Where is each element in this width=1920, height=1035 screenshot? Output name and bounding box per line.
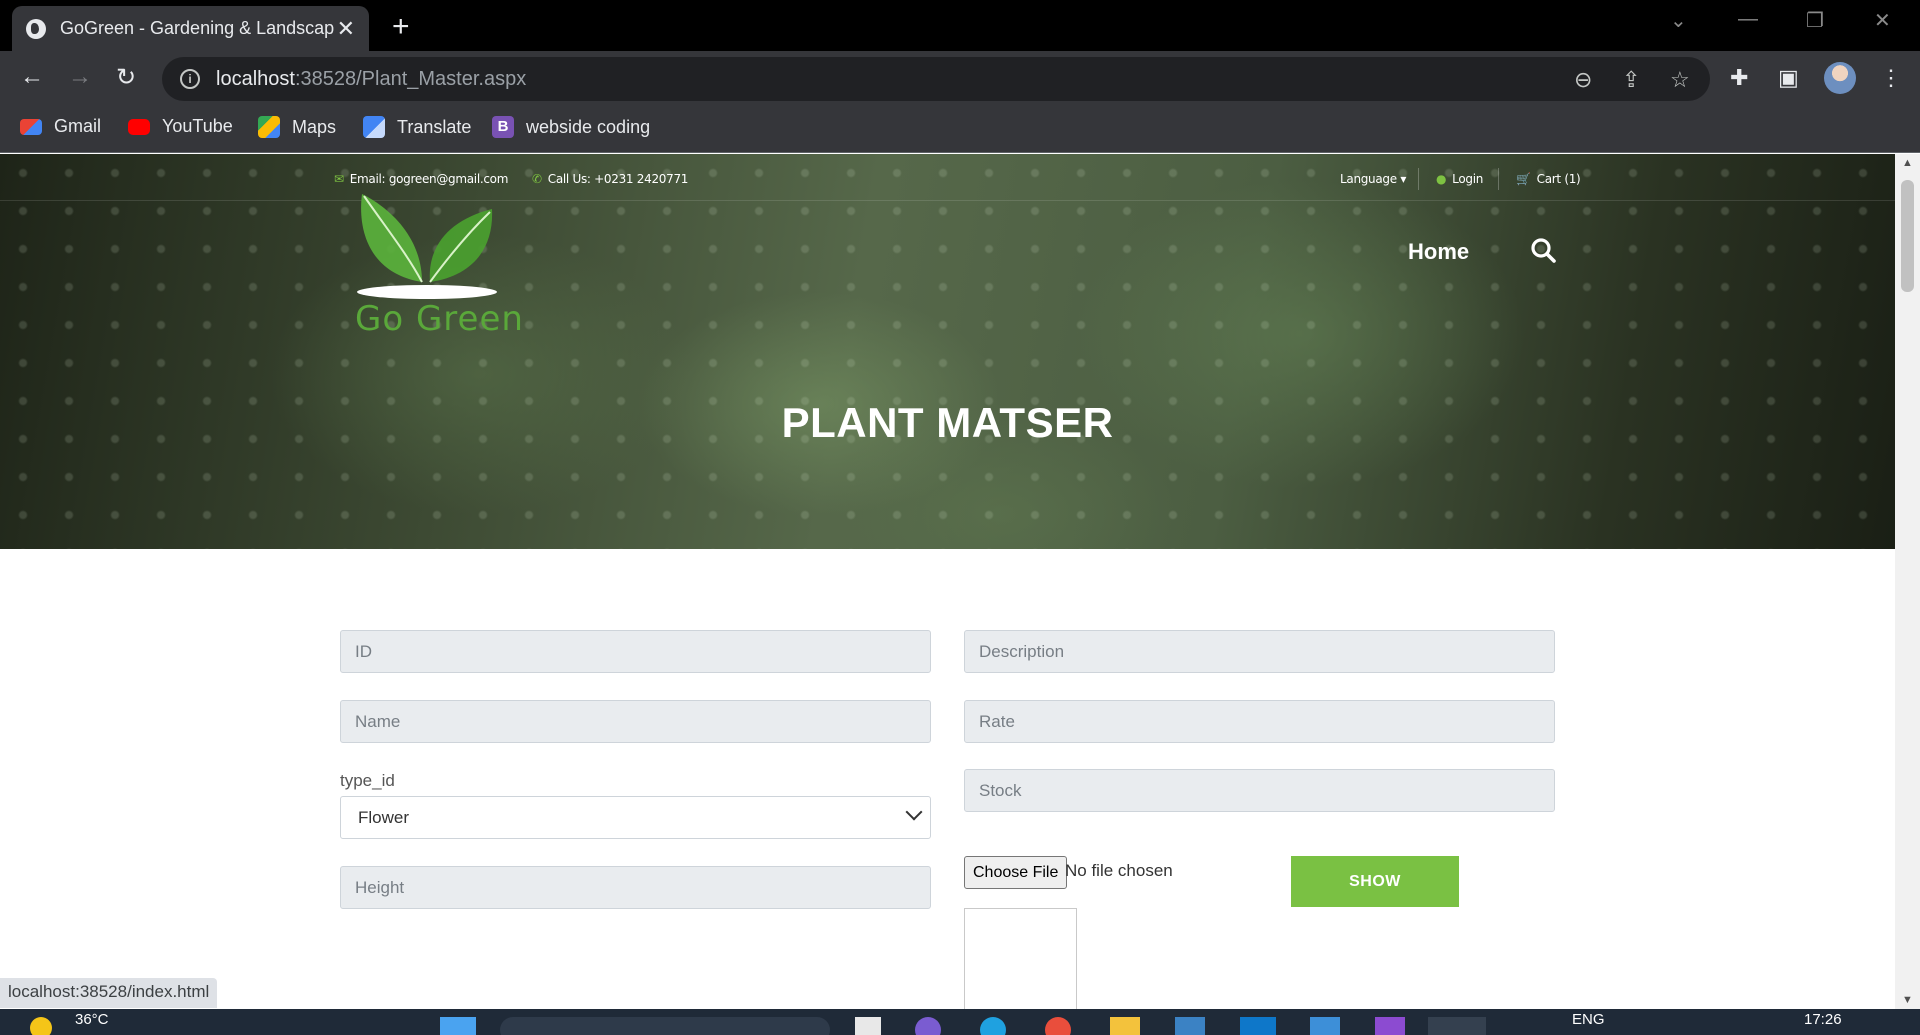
name-field[interactable]: Name xyxy=(340,700,931,743)
file-status-text: No file chosen xyxy=(1065,861,1173,880)
app-icon[interactable] xyxy=(980,1017,1006,1035)
type-id-label: type_id xyxy=(340,771,395,790)
menu-icon[interactable]: ⋮ xyxy=(1880,65,1902,91)
cart-link[interactable]: 🛒 Cart (1) xyxy=(1516,172,1581,186)
show-button[interactable]: SHOW xyxy=(1291,856,1459,907)
height-field[interactable]: Height xyxy=(340,866,931,909)
maps-icon xyxy=(258,116,280,138)
translate-icon xyxy=(363,116,385,138)
image-preview xyxy=(964,908,1077,1009)
globe-icon xyxy=(26,18,46,39)
bootstrap-icon: B xyxy=(492,116,514,138)
site-info-icon[interactable]: i xyxy=(180,69,200,89)
bookmark-youtube[interactable]: YouTube xyxy=(128,116,233,137)
app-icon[interactable] xyxy=(1175,1017,1205,1035)
browser-titlebar: GoGreen - Gardening & Landscap ✕ + ⌄ — ❐… xyxy=(0,0,1920,51)
status-url: localhost:38528/index.html xyxy=(0,978,218,1008)
envelope-icon: ✉ xyxy=(334,172,344,186)
scroll-thumb[interactable] xyxy=(1901,180,1914,292)
bookmark-gmail[interactable]: Gmail xyxy=(20,116,101,137)
phone-info[interactable]: ✆ Call Us: +0231 2420771 xyxy=(532,172,688,186)
page-scrollbar[interactable]: ▲ ▼ xyxy=(1895,154,1920,1009)
description-field[interactable]: Description xyxy=(964,630,1555,673)
scroll-down-icon[interactable]: ▼ xyxy=(1902,994,1913,1006)
reload-icon[interactable]: ↻ xyxy=(116,63,136,92)
restore-icon[interactable]: ❐ xyxy=(1806,8,1824,33)
zoom-out-icon[interactable]: ⊖ xyxy=(1574,67,1592,93)
youtube-icon xyxy=(128,118,150,135)
active-app-icon[interactable] xyxy=(1428,1017,1486,1035)
start-icon[interactable] xyxy=(440,1017,476,1035)
user-icon: ● xyxy=(1436,172,1447,186)
browser-toolbar: ← → ↻ i localhost:38528/Plant_Master.asp… xyxy=(0,51,1920,107)
new-tab-button[interactable]: + xyxy=(392,10,410,44)
side-panel-icon[interactable]: ▣ xyxy=(1778,65,1799,91)
divider xyxy=(1418,168,1419,190)
cart-icon: 🛒 xyxy=(1516,172,1531,186)
logo-text: Go Green xyxy=(355,299,524,339)
top-info-bar: ✉ Email: gogreen@gmail.com ✆ Call Us: +023… xyxy=(0,154,1895,201)
stock-field[interactable]: Stock xyxy=(964,769,1555,812)
share-icon[interactable]: ⇪ xyxy=(1622,67,1640,93)
divider xyxy=(1498,168,1499,190)
bookmarks-bar: Gmail YouTube Maps Translate B webside c… xyxy=(0,107,1920,153)
browser-tab[interactable]: GoGreen - Gardening & Landscap ✕ xyxy=(12,6,369,51)
language-dropdown[interactable]: Language ▾ xyxy=(1340,172,1406,186)
profile-avatar[interactable] xyxy=(1824,62,1856,94)
app-icon[interactable] xyxy=(1240,1017,1276,1035)
extensions-icon[interactable]: ✚ xyxy=(1730,65,1748,91)
address-bar[interactable]: i localhost:38528/Plant_Master.aspx ⊖ ⇪ … xyxy=(162,57,1710,101)
chrome-icon[interactable] xyxy=(1045,1017,1071,1035)
windows-taskbar: 36°C ENG 17:26 xyxy=(0,1009,1920,1035)
visual-studio-icon[interactable] xyxy=(1375,1017,1405,1035)
login-link[interactable]: ● Login xyxy=(1436,172,1483,186)
close-window-icon[interactable]: ✕ xyxy=(1874,8,1891,33)
weather-icon[interactable] xyxy=(30,1017,52,1035)
rate-field[interactable]: Rate xyxy=(964,700,1555,743)
app-icon[interactable] xyxy=(915,1017,941,1035)
type-id-select[interactable]: Flower xyxy=(340,796,931,839)
bookmark-webside-coding[interactable]: B webside coding xyxy=(492,116,650,138)
mail-icon[interactable] xyxy=(1310,1017,1340,1035)
bookmark-maps[interactable]: Maps xyxy=(258,116,336,138)
bookmark-translate[interactable]: Translate xyxy=(363,116,471,138)
nav-home-link[interactable]: Home xyxy=(1408,239,1469,265)
caret-down-icon: ▾ xyxy=(1400,172,1407,186)
id-field[interactable]: ID xyxy=(340,630,931,673)
search-icon[interactable] xyxy=(1530,237,1556,263)
taskbar-search[interactable] xyxy=(500,1017,830,1035)
minimize-icon[interactable]: — xyxy=(1738,8,1758,31)
phone-icon: ✆ xyxy=(532,172,542,186)
bookmark-star-icon[interactable]: ☆ xyxy=(1670,67,1690,93)
input-language[interactable]: ENG xyxy=(1572,1011,1605,1028)
gmail-icon xyxy=(20,118,42,135)
choose-file-button[interactable]: Choose File xyxy=(964,856,1068,889)
page-viewport: ✉ Email: gogreen@gmail.com ✆ Call Us: +023… xyxy=(0,154,1895,1009)
app-icon[interactable] xyxy=(855,1017,881,1035)
weather-temp[interactable]: 36°C xyxy=(75,1011,109,1028)
tab-search-icon[interactable]: ⌄ xyxy=(1670,8,1687,33)
folder-icon[interactable] xyxy=(1110,1017,1140,1035)
scroll-up-icon[interactable]: ▲ xyxy=(1902,157,1913,169)
back-icon[interactable]: ← xyxy=(20,63,44,91)
page-title: PLANT MATSER xyxy=(781,399,1114,446)
clock[interactable]: 17:26 xyxy=(1804,1011,1842,1028)
hero-banner: ✉ Email: gogreen@gmail.com ✆ Call Us: +023… xyxy=(0,154,1895,549)
forward-icon[interactable]: → xyxy=(68,63,92,91)
leaf-background-image xyxy=(0,154,1895,549)
tab-title: GoGreen - Gardening & Landscap xyxy=(60,18,335,38)
chevron-down-icon xyxy=(905,803,923,821)
close-tab-icon[interactable]: ✕ xyxy=(337,16,355,42)
url-text[interactable]: localhost:38528/Plant_Master.aspx xyxy=(216,68,526,91)
